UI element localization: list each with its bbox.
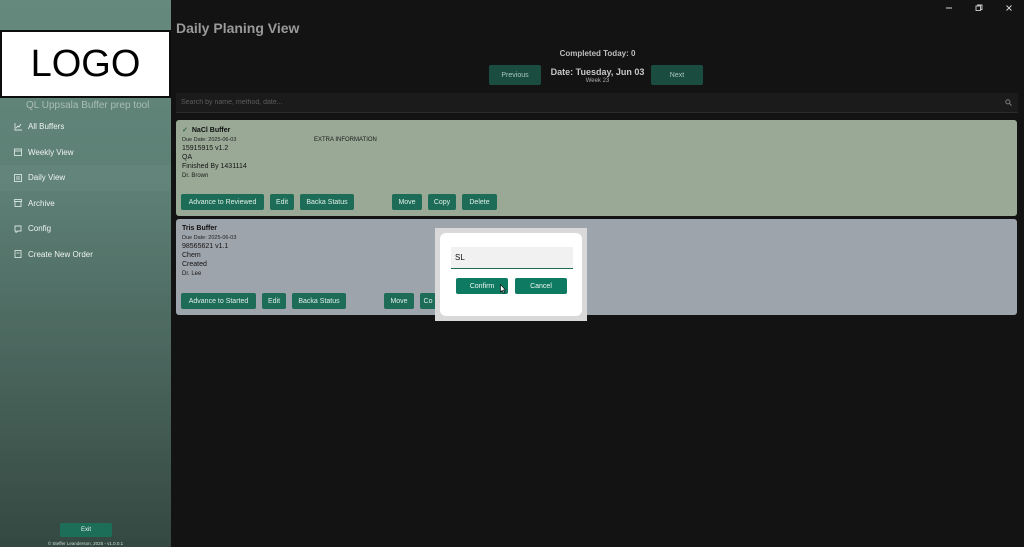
buffer-card[interactable]: ✓ NaCl Buffer Due Date: 2025-06-03 15915…: [176, 120, 1017, 216]
delete-button[interactable]: Delete: [462, 194, 497, 210]
sidebar-item-label: Weekly View: [28, 147, 74, 157]
config-icon: [14, 225, 22, 233]
next-button[interactable]: Next: [651, 65, 703, 85]
backa-status-button[interactable]: Backa Status: [292, 293, 346, 309]
sidebar-item-label: All Buffers: [28, 122, 65, 132]
card-owner: Dr. Lee: [182, 271, 202, 277]
card-due-date: Due Date: 2025-06-03: [182, 137, 237, 143]
sidebar-item-config[interactable]: Config: [0, 216, 171, 242]
dialog: [440, 233, 582, 316]
previous-button[interactable]: Previous: [489, 65, 541, 85]
card-department: Chem: [182, 252, 201, 259]
sidebar-item-all-buffers[interactable]: All Buffers: [0, 114, 171, 140]
current-week: Week 23: [585, 78, 610, 84]
edit-button[interactable]: Edit: [270, 194, 294, 210]
card-code: 15915915 v1.2: [182, 145, 229, 152]
cancel-button[interactable]: Cancel: [515, 278, 567, 294]
mouse-cursor-icon: [500, 284, 506, 294]
logo: LOGO: [0, 30, 171, 98]
card-code: 98565621 v1.1: [182, 243, 229, 250]
calendar-icon: [14, 148, 22, 157]
checkmark-icon: ✓: [182, 127, 188, 134]
sidebar-item-daily-view[interactable]: Daily View: [0, 165, 171, 191]
sidebar-item-create-new-order[interactable]: Create New Order: [0, 242, 171, 268]
chart-icon: [14, 122, 22, 131]
move-button[interactable]: Move: [384, 293, 414, 309]
card-extra-info: EXTRA INFORMATION: [314, 137, 377, 143]
card-actions: Advance to Started Edit Backa Status Mov…: [181, 293, 1011, 309]
search-bar: [176, 93, 1018, 113]
card-title: NaCl Buffer: [191, 126, 231, 134]
footer-copyright: © Steffer Leanderson, 2025 - v1.0.0.1: [47, 541, 124, 546]
page-title: Daily Planing View: [176, 20, 300, 36]
copy-button[interactable]: Copy: [428, 194, 456, 210]
dialog-input[interactable]: [451, 247, 573, 269]
buffer-card[interactable]: Tris Buffer Due Date: 2025-06-03 9856562…: [176, 219, 1017, 315]
card-title: Tris Buffer: [182, 225, 218, 232]
card-status: Created: [182, 261, 207, 268]
copy-button[interactable]: Co: [420, 293, 436, 309]
advance-button[interactable]: Advance to Started: [181, 293, 256, 309]
sidebar-item-label: Config: [28, 224, 52, 234]
card-department: QA: [182, 154, 193, 161]
sidebar: LOGO QL Uppsala Buffer prep tool All Buf…: [0, 0, 171, 547]
card-actions: Advance to Reviewed Edit Backa Status Mo…: [181, 194, 1011, 210]
sidebar-item-label: Archive: [28, 198, 55, 208]
sidebar-item-label: Create New Order: [28, 249, 93, 259]
card-status: Finished By 1431114: [182, 163, 247, 170]
search-icon[interactable]: [998, 99, 1018, 106]
archive-icon: [14, 199, 22, 208]
card-due-date: Due Date: 2025-06-03: [182, 235, 237, 241]
sidebar-item-weekly-view[interactable]: Weekly View: [0, 140, 171, 166]
advance-button[interactable]: Advance to Reviewed: [181, 194, 264, 210]
current-date: Date: Tuesday, Jun 03: [550, 67, 645, 77]
completed-today: Completed Today: 0: [559, 49, 636, 58]
order-icon: [14, 250, 22, 259]
sidebar-nav: All Buffers Weekly View Daily View Archi…: [0, 114, 171, 267]
backa-status-button[interactable]: Backa Status: [300, 194, 354, 210]
card-title-row: ✓ NaCl Buffer: [182, 126, 1011, 135]
sidebar-item-label: Daily View: [28, 173, 66, 183]
app-name: QL Uppsala Buffer prep tool: [26, 100, 150, 111]
sidebar-item-archive[interactable]: Archive: [0, 191, 171, 217]
card-owner: Dr. Brown: [182, 173, 209, 179]
search-input[interactable]: [181, 99, 998, 106]
daily-icon: [14, 173, 22, 182]
card-title-row: Tris Buffer: [182, 225, 1011, 232]
exit-button[interactable]: Exit: [60, 523, 112, 537]
edit-button[interactable]: Edit: [262, 293, 286, 309]
main-content: Daily Planing View Completed Today: 0 Pr…: [171, 0, 1024, 547]
move-button[interactable]: Move: [392, 194, 422, 210]
